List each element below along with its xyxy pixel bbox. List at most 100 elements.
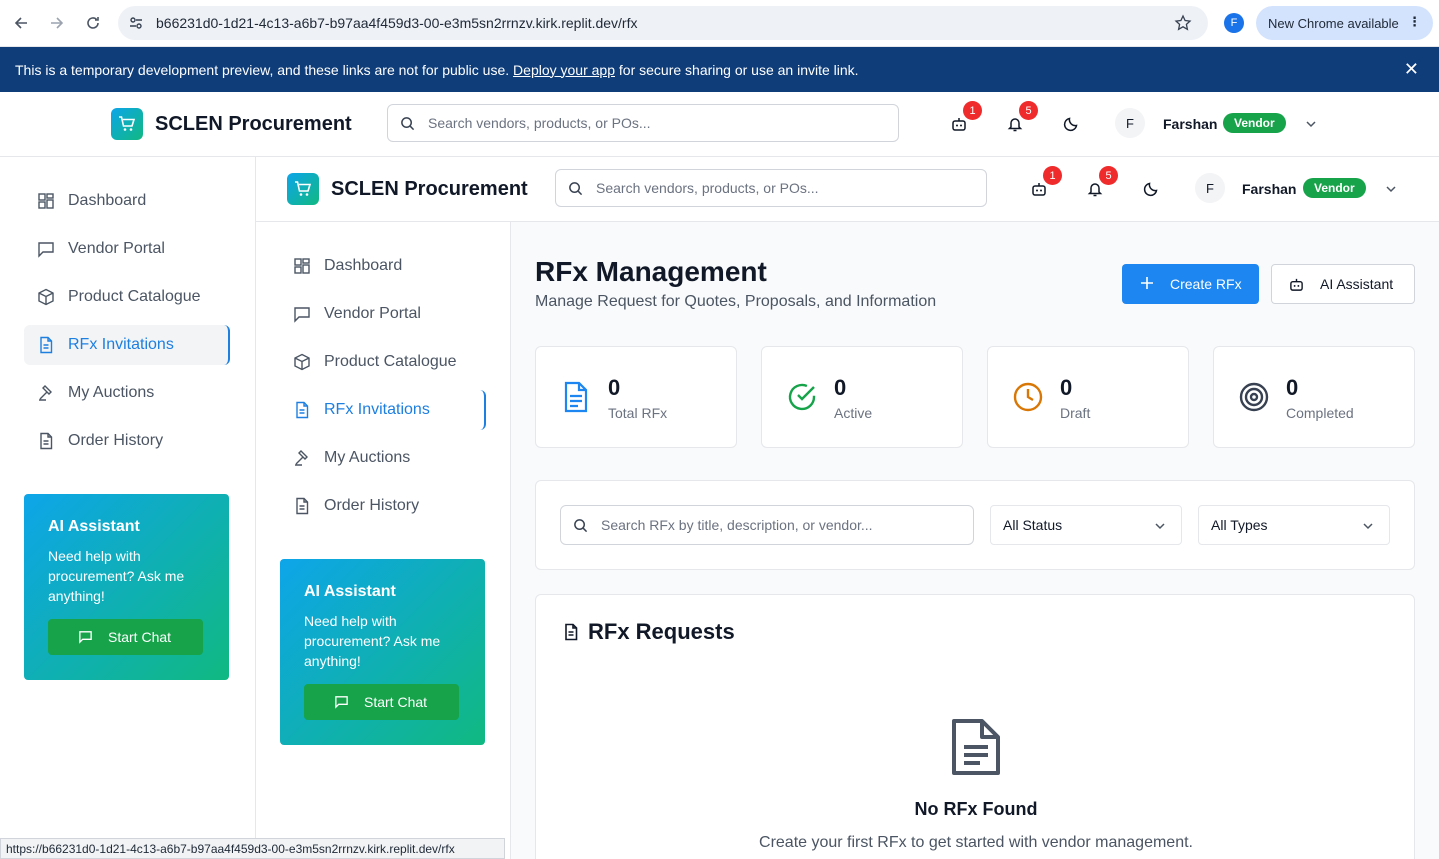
sidebar-item-my-auctions[interactable]: My Auctions bbox=[24, 373, 229, 413]
type-select-value: All Types bbox=[1211, 517, 1268, 533]
sidebar-item-label: Dashboard bbox=[68, 192, 147, 209]
rfx-requests-title: RFx Requests bbox=[588, 619, 735, 644]
brand-name: SCLEN Procurement bbox=[155, 112, 352, 135]
search-icon bbox=[573, 518, 588, 536]
message-square-icon bbox=[292, 304, 312, 324]
sidebar-item-label: Product Catalogue bbox=[68, 288, 201, 305]
chrome-update-label: New Chrome available bbox=[1268, 15, 1399, 31]
browser-toolbar: b66231d0-1d21-4c13-a6b7-b97aa4f459d3-00-… bbox=[0, 0, 1439, 47]
create-rfx-button[interactable]: Create RFx bbox=[1122, 264, 1259, 304]
search-placeholder: Search vendors, products, or POs... bbox=[428, 115, 651, 131]
sidebar-item-label: RFx Invitations bbox=[324, 401, 430, 418]
file-text-icon bbox=[562, 381, 590, 416]
outer-sidebar-divider bbox=[255, 157, 256, 859]
type-select[interactable]: All Types bbox=[1198, 505, 1390, 545]
message-square-icon bbox=[334, 694, 349, 712]
sidebar-item-vendor-portal[interactable]: Vendor Portal bbox=[24, 229, 229, 269]
stat-card-completed: 0 Completed bbox=[1213, 346, 1415, 448]
gavel-icon bbox=[36, 383, 56, 403]
chevron-down-icon bbox=[1153, 519, 1167, 536]
search-placeholder: Search vendors, products, or POs... bbox=[596, 180, 819, 196]
user-avatar[interactable]: F bbox=[1195, 173, 1225, 203]
deploy-link[interactable]: Deploy your app bbox=[513, 62, 615, 78]
empty-desc: Create your first RFx to get started wit… bbox=[759, 834, 1193, 851]
stat-card-active: 0 Active bbox=[761, 346, 963, 448]
target-icon bbox=[1238, 381, 1270, 416]
start-chat-button[interactable]: Start Chat bbox=[48, 619, 203, 655]
sidebar-item-order-history[interactable]: Order History bbox=[280, 486, 485, 526]
search-icon bbox=[400, 116, 415, 134]
moon-icon[interactable] bbox=[1141, 179, 1161, 199]
rfx-search-input[interactable]: Search RFx by title, description, or ven… bbox=[560, 505, 974, 545]
kebab-menu-icon[interactable]: ⋮ bbox=[1408, 14, 1421, 30]
profile-avatar[interactable]: F bbox=[1224, 13, 1244, 33]
address-bar[interactable]: b66231d0-1d21-4c13-a6b7-b97aa4f459d3-00-… bbox=[118, 6, 1208, 40]
cart-icon bbox=[111, 108, 143, 140]
sidebar-item-my-auctions[interactable]: My Auctions bbox=[280, 438, 485, 478]
file-icon bbox=[36, 431, 56, 451]
sidebar-item-label: Order History bbox=[68, 432, 164, 449]
stat-label: Active bbox=[834, 405, 873, 421]
start-chat-label: Start Chat bbox=[108, 629, 172, 645]
chevron-down-icon[interactable] bbox=[1384, 182, 1398, 196]
user-name: Farshan bbox=[1242, 181, 1297, 197]
file-text-icon bbox=[36, 335, 56, 355]
ai-card-desc: Need help with procurement? Ask me anyth… bbox=[304, 613, 441, 669]
global-search-input[interactable]: Search vendors, products, or POs... bbox=[387, 104, 899, 142]
ai-assistant-button[interactable]: AI Assistant bbox=[1271, 264, 1415, 304]
file-text-icon bbox=[292, 400, 312, 420]
ai-card-title: AI Assistant bbox=[48, 518, 140, 535]
inner-search-input[interactable]: Search vendors, products, or POs... bbox=[555, 169, 987, 207]
bot-icon bbox=[1289, 277, 1304, 295]
sidebar-item-product-catalogue[interactable]: Product Catalogue bbox=[24, 277, 229, 317]
back-icon[interactable] bbox=[11, 13, 31, 33]
notification-badge: 5 bbox=[1099, 166, 1118, 185]
ai-assistant-label: AI Assistant bbox=[1320, 276, 1394, 292]
sidebar-item-label: My Auctions bbox=[324, 449, 411, 466]
reload-icon[interactable] bbox=[83, 13, 103, 33]
stat-label: Completed bbox=[1286, 405, 1354, 421]
gavel-icon bbox=[292, 448, 312, 468]
close-icon[interactable]: ✕ bbox=[1404, 59, 1419, 80]
sidebar-item-product-catalogue[interactable]: Product Catalogue bbox=[280, 342, 485, 382]
header-divider bbox=[0, 156, 1439, 157]
check-circle-icon bbox=[786, 381, 818, 416]
bot-badge: 1 bbox=[963, 101, 982, 120]
stat-card-total: 0 Total RFx bbox=[535, 346, 737, 448]
sidebar-item-dashboard[interactable]: Dashboard bbox=[280, 246, 485, 286]
inner-app-logo[interactable]: SCLEN Procurement bbox=[287, 173, 528, 205]
start-chat-button[interactable]: Start Chat bbox=[304, 684, 459, 720]
role-badge: Vendor bbox=[1303, 178, 1366, 198]
chevron-down-icon[interactable] bbox=[1304, 117, 1318, 131]
bot-badge: 1 bbox=[1043, 166, 1062, 185]
create-rfx-label: Create RFx bbox=[1170, 276, 1242, 292]
cart-icon bbox=[287, 173, 319, 205]
stat-value: 0 bbox=[1060, 375, 1073, 400]
stat-card-draft: 0 Draft bbox=[987, 346, 1189, 448]
moon-icon[interactable] bbox=[1061, 114, 1081, 134]
sidebar-item-rfx-invitations[interactable]: RFx Invitations bbox=[280, 390, 486, 430]
empty-file-icon bbox=[950, 717, 1002, 780]
stat-label: Total RFx bbox=[608, 405, 668, 421]
user-avatar[interactable]: F bbox=[1115, 108, 1145, 138]
sidebar-item-label: Vendor Portal bbox=[68, 240, 165, 257]
bookmark-star-icon[interactable] bbox=[1174, 14, 1192, 35]
sidebar-item-vendor-portal[interactable]: Vendor Portal bbox=[280, 294, 485, 334]
sidebar-item-dashboard[interactable]: Dashboard bbox=[24, 181, 229, 221]
role-badge: Vendor bbox=[1223, 113, 1286, 133]
chevron-down-icon bbox=[1361, 519, 1375, 536]
status-select[interactable]: All Status bbox=[990, 505, 1182, 545]
site-settings-icon[interactable] bbox=[128, 15, 144, 34]
sidebar-item-rfx-invitations[interactable]: RFx Invitations bbox=[24, 325, 230, 365]
sidebar-item-label: Product Catalogue bbox=[324, 353, 457, 370]
rfx-search-placeholder: Search RFx by title, description, or ven… bbox=[601, 517, 873, 533]
sidebar-item-order-history[interactable]: Order History bbox=[24, 421, 229, 461]
chrome-update-button[interactable]: New Chrome available ⋮ bbox=[1256, 6, 1433, 40]
ai-card-title: AI Assistant bbox=[304, 583, 396, 600]
forward-icon[interactable] bbox=[47, 13, 67, 33]
app-logo[interactable]: SCLEN Procurement bbox=[111, 108, 352, 140]
sidebar-item-label: RFx Invitations bbox=[68, 336, 174, 353]
stat-value: 0 bbox=[834, 375, 847, 400]
page-title: RFx Management bbox=[535, 256, 767, 287]
brand-name: SCLEN Procurement bbox=[331, 177, 528, 200]
